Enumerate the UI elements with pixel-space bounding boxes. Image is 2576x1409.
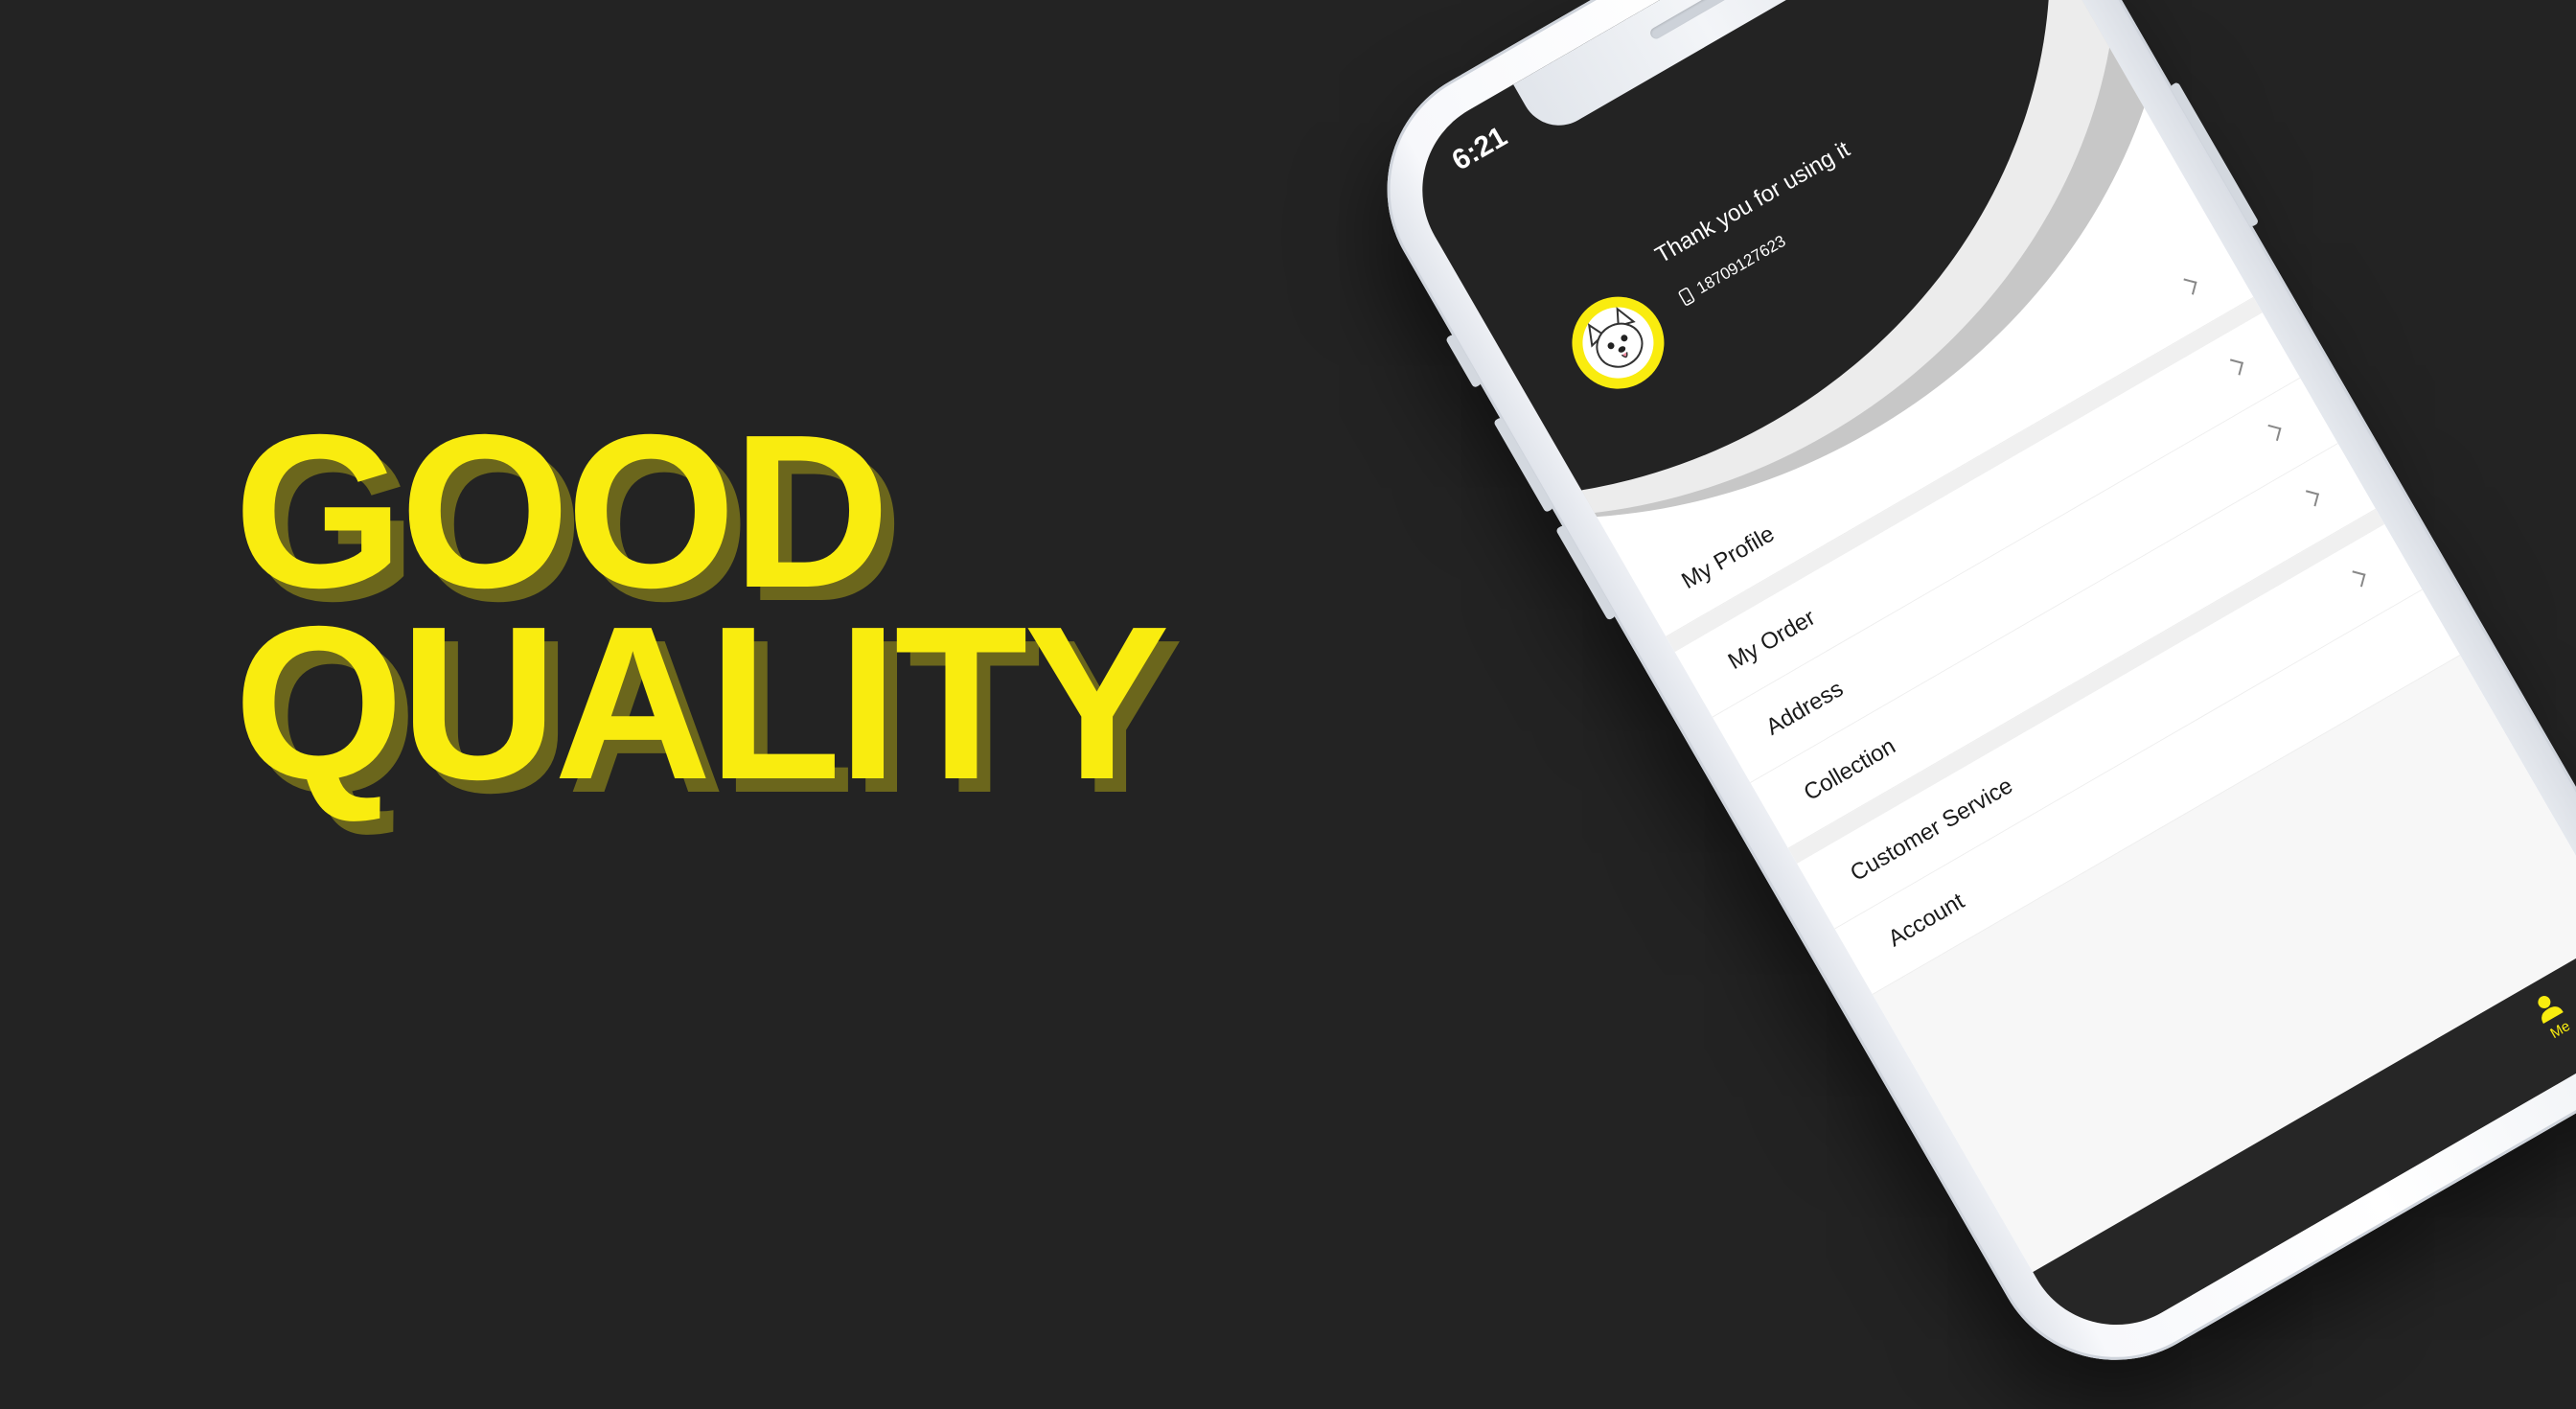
app-screen: 6:21 ●●●● <box>1389 0 2576 1359</box>
menu-item-label: Address <box>1761 676 1849 741</box>
chevron-right-icon <box>2302 490 2319 507</box>
phone-volume-up-button <box>1493 416 1554 514</box>
phone-silent-switch <box>1445 334 1483 389</box>
phone-volume-down-button <box>1555 524 1617 621</box>
chevron-right-icon <box>2180 278 2197 295</box>
chevron-right-icon <box>2226 358 2243 376</box>
headline-line-quality: QUALITY <box>234 582 1170 825</box>
chevron-right-icon <box>2349 570 2366 588</box>
phone-mockup: 6:21 ●●●● <box>1342 0 2576 1406</box>
menu-item-label: Account <box>1883 888 1969 953</box>
tab-me[interactable]: Me <box>2511 978 2576 1053</box>
chevron-right-icon <box>2265 424 2282 441</box>
